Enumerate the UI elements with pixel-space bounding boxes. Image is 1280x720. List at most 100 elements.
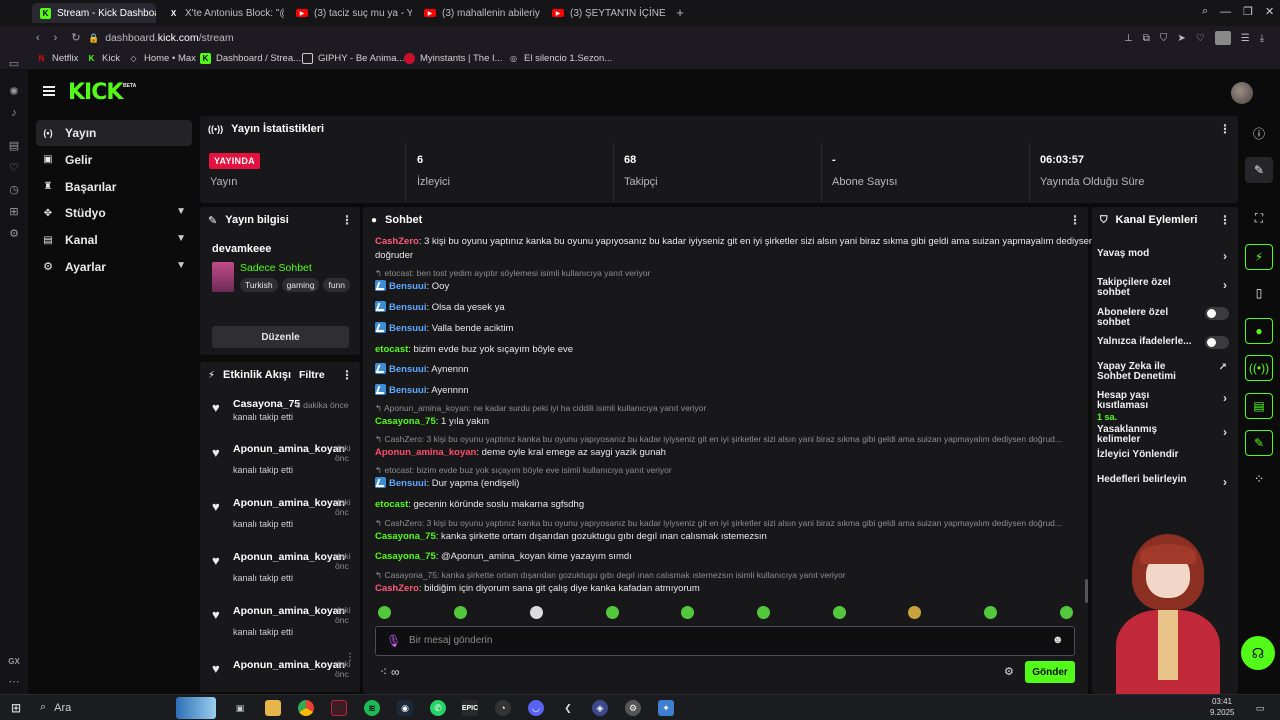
- chat-message[interactable]: Bensuui: Valla bende aciktim: [375, 322, 513, 336]
- tab-youtube-1[interactable]: ▶ (3) taciz suç mu ya - You: [288, 3, 412, 23]
- chat-message[interactable]: CashZero: bildiğim için diyorum sana git…: [375, 582, 700, 596]
- chat-bubble-icon[interactable]: ●: [1245, 318, 1273, 344]
- nav-item-ayarlar[interactable]: ⚙ Ayarlar ▼: [36, 254, 192, 280]
- spotify-icon[interactable]: ≋: [364, 700, 380, 716]
- broadcast-icon[interactable]: ((•)): [1245, 355, 1273, 381]
- emote-icon[interactable]: [757, 606, 770, 619]
- chat-message[interactable]: etocast: gecenin köründe soslu makarna s…: [375, 498, 584, 512]
- chat-username[interactable]: Casayona_75: [375, 551, 436, 562]
- bookmark-max[interactable]: ◇ Home • Max: [128, 53, 195, 64]
- wallet-icon[interactable]: ▤: [7, 138, 21, 152]
- task-view-icon[interactable]: ▣: [232, 700, 248, 716]
- nav-item-yayin[interactable]: (•) Yayın: [36, 120, 192, 146]
- tiktok-icon[interactable]: ♪: [7, 106, 21, 120]
- snapshot-icon[interactable]: ⧉: [1143, 33, 1150, 44]
- chat-username[interactable]: Bensuui: [389, 323, 426, 334]
- bookmark-netflix[interactable]: N Netflix: [36, 53, 79, 64]
- more-icon[interactable]: ⋯: [7, 674, 21, 688]
- channel-actions-icon[interactable]: ▤: [1245, 393, 1273, 419]
- emote-icon[interactable]: [908, 606, 921, 619]
- app-icon[interactable]: ❮: [560, 700, 576, 716]
- channel-action-item[interactable]: Hesap yaşı kısıtlaması 1 sa. ›: [1097, 391, 1233, 423]
- more-options-icon[interactable]: ⋮: [341, 368, 353, 382]
- activity-username[interactable]: Aponun_amina_koyan: [233, 497, 345, 509]
- activity-username[interactable]: Aponun_amina_koyan: [233, 443, 345, 455]
- chat-username[interactable]: Casayona_75: [375, 416, 436, 427]
- chat-settings-icon[interactable]: ⚙: [1004, 665, 1014, 678]
- lightning-icon[interactable]: ⚡: [1245, 244, 1273, 270]
- support-headset-icon[interactable]: ☊: [1241, 636, 1275, 670]
- reload-icon[interactable]: ↻: [71, 31, 80, 44]
- nav-item-basarilar[interactable]: ♜ Başarılar: [36, 174, 192, 200]
- steam-icon[interactable]: ◉: [397, 700, 413, 716]
- edit-pencil-icon[interactable]: ✎: [1245, 157, 1273, 183]
- chat-message[interactable]: Aponun_amina_koyan: deme oyle kral emege…: [375, 446, 666, 460]
- chat-message[interactable]: Bensuui: Ooy: [375, 280, 449, 294]
- chat-username[interactable]: etocast: [375, 344, 408, 355]
- minimize-icon[interactable]: —: [1220, 6, 1231, 18]
- chat-username[interactable]: Bensuui: [389, 478, 426, 489]
- epic-games-icon[interactable]: EPIC: [462, 700, 478, 716]
- heart-icon[interactable]: ♡: [1196, 33, 1205, 44]
- start-menu-icon[interactable]: ⊞: [8, 700, 24, 716]
- taskbar-clock[interactable]: 03:41 9.2025: [1210, 696, 1234, 718]
- app-icon[interactable]: ✦: [658, 700, 674, 716]
- chat-username[interactable]: Bensuui: [389, 385, 426, 396]
- chat-message[interactable]: Casayona_75: @Aponun_amina_koyan kime ya…: [375, 550, 632, 564]
- activity-username[interactable]: Aponun_amina_koyan: [233, 551, 345, 563]
- shield-icon[interactable]: ⛉: [1160, 33, 1168, 44]
- taskbar-search[interactable]: ⌕ Ara: [40, 701, 71, 714]
- activity-username[interactable]: Aponun_amina_koyan: [233, 605, 345, 617]
- emote-icon[interactable]: [378, 606, 391, 619]
- emote-icon[interactable]: [606, 606, 619, 619]
- nav-item-kanal[interactable]: ▤ Kanal ▼: [36, 227, 192, 253]
- opera-gx-icon[interactable]: [331, 700, 347, 716]
- activity-username[interactable]: Casayona_75: [233, 398, 300, 410]
- chat-message[interactable]: Bensuui: Ayennnn: [375, 384, 469, 398]
- tab-kick-dashboard[interactable]: K Stream - Kick Dashboard: [32, 3, 156, 23]
- workspace-icon[interactable]: ▭: [7, 56, 21, 70]
- bookmark-el-silencio[interactable]: ◎ El silencio 1.Sezon...: [508, 53, 612, 64]
- stream-tools-icon[interactable]: ⁖: [380, 665, 387, 679]
- fullscreen-icon[interactable]: ⛶: [1245, 205, 1273, 231]
- emote-icon[interactable]: [530, 606, 543, 619]
- chat-message[interactable]: Bensuui: Dur yapma (endişeli): [375, 477, 519, 491]
- bookmark-giphy[interactable]: GIPHY - Be Anima...: [302, 53, 404, 64]
- emote-icon[interactable]: [1060, 606, 1073, 619]
- bookmark-dashboard[interactable]: K Dashboard / Strea...: [200, 53, 301, 64]
- nav-item-gelir[interactable]: ▣ Gelir: [36, 147, 192, 173]
- forward-arrow-icon[interactable]: ›: [54, 32, 58, 44]
- taskbar-widget[interactable]: [176, 697, 216, 719]
- info-icon[interactable]: ⓘ: [1245, 120, 1273, 146]
- notification-icon[interactable]: ▭: [1252, 700, 1268, 716]
- more-apps-icon[interactable]: ⁘: [1245, 466, 1273, 492]
- external-link-icon[interactable]: ↗: [1219, 362, 1227, 373]
- tab-x-post[interactable]: X X'te Antonius Block: "@p: [160, 3, 284, 23]
- obs-icon[interactable]: ◔: [495, 700, 511, 716]
- download-icon[interactable]: ⤓: [1260, 33, 1264, 44]
- chat-message[interactable]: Casayona_75: kanka şirkette ortam dışarı…: [375, 530, 767, 544]
- chrome-icon[interactable]: [298, 700, 314, 716]
- back-arrow-icon[interactable]: ‹: [36, 32, 40, 44]
- channel-action-item[interactable]: Yasaklanmış kelimeler ›: [1097, 425, 1233, 445]
- emote-icon[interactable]: [833, 606, 846, 619]
- kick-logo[interactable]: KICK: [68, 80, 123, 105]
- filter-button[interactable]: Filtre: [299, 369, 325, 381]
- app-icon[interactable]: ⚙: [625, 700, 641, 716]
- microphone-icon[interactable]: 🎙: [386, 634, 401, 648]
- whatsapp-icon[interactable]: ✆: [430, 700, 446, 716]
- pin-icon[interactable]: ⊥: [1124, 33, 1133, 44]
- channel-action-item[interactable]: Takipçilere özel sohbet ›: [1097, 278, 1233, 298]
- extensions-icon[interactable]: ⊞: [7, 204, 21, 218]
- chat-username[interactable]: Bensuui: [389, 281, 426, 292]
- maximize-icon[interactable]: ❐: [1243, 5, 1253, 18]
- more-options-icon[interactable]: ⋮: [341, 213, 353, 227]
- url-bar[interactable]: 🔒 dashboard.kick.com/stream: [88, 29, 1108, 47]
- infinity-icon[interactable]: ∞: [391, 665, 400, 679]
- channel-action-item[interactable]: İzleyici Yönlendir: [1097, 450, 1233, 460]
- edit-button[interactable]: Düzenle: [212, 326, 349, 348]
- toggle-switch[interactable]: [1205, 307, 1229, 320]
- search-tabs-icon[interactable]: ⌕: [1202, 5, 1208, 18]
- more-options-icon[interactable]: ⋮: [1069, 213, 1081, 227]
- channel-action-item[interactable]: Abonelere özel sohbet: [1097, 307, 1233, 328]
